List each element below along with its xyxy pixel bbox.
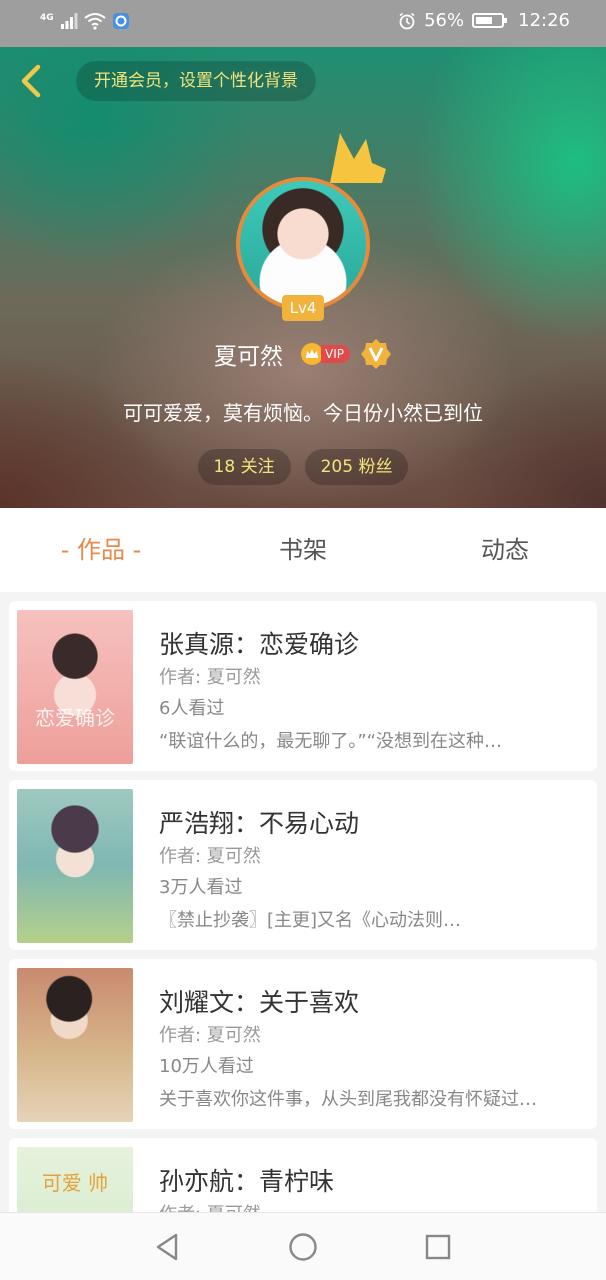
avatar-image <box>240 181 366 307</box>
work-description: 关于喜欢你这件事，从头到尾我都没有怀疑过… <box>159 1089 537 1110</box>
work-title: 刘耀文：关于喜欢 <box>159 988 360 1017</box>
book-cover <box>17 968 133 1122</box>
work-views: 3万人看过 <box>159 877 243 898</box>
work-author: 作者: 夏可然 <box>159 1200 261 1212</box>
work-views: 10万人看过 <box>159 1056 254 1077</box>
alarm-icon <box>399 12 415 29</box>
following-count[interactable]: 18 关注 <box>197 449 291 485</box>
vip-background-banner[interactable]: 开通会员，设置个性化背景 <box>76 61 316 101</box>
status-right: 56% 12:26 <box>398 10 570 31</box>
profile-bio: 可可爱爱，莫有烦恼。今日份小然已到位 <box>123 401 483 425</box>
work-author: 作者: 夏可然 <box>159 667 261 688</box>
nav-home-button[interactable] <box>287 1231 319 1263</box>
profile-header: 开通会员，设置个性化背景 Lv4 夏可然 VIP 可可爱爱，莫有烦恼。今日份小然… <box>0 47 606 508</box>
cover-title: 恋爱确诊 <box>35 706 115 730</box>
username-row: 夏可然 VIP <box>0 337 606 371</box>
work-title: 孙亦航：青柠味 <box>159 1167 335 1196</box>
nav-recents-button[interactable] <box>422 1231 454 1263</box>
work-description: “联谊什么的，最无聊了。”“没想到在这种… <box>159 731 502 752</box>
list-item[interactable]: 可爱 帅 孙亦航：青柠味 作者: 夏可然 <box>9 1138 597 1212</box>
nav-back-button[interactable] <box>152 1231 184 1263</box>
work-author: 作者: 夏可然 <box>159 846 261 867</box>
tab-activity[interactable]: 动态 <box>404 508 606 592</box>
clock: 12:26 <box>518 10 570 31</box>
book-cover: 恋爱确诊 <box>17 610 133 764</box>
works-list: 恋爱确诊 张真源：恋爱确诊 作者: 夏可然 6人看过 “联谊什么的，最无聊了。”… <box>0 592 606 1212</box>
app-notification-icon <box>112 13 129 29</box>
work-views: 6人看过 <box>159 698 225 719</box>
tab-works[interactable]: - 作品 - <box>0 508 202 592</box>
list-item[interactable]: 严浩翔：不易心动 作者: 夏可然 3万人看过 〖禁止抄袭〗[主更]又名《心动法则… <box>9 780 597 950</box>
back-button[interactable] <box>14 61 50 101</box>
recents-square-icon <box>425 1234 451 1260</box>
book-cover: 可爱 帅 <box>17 1147 133 1212</box>
battery-icon <box>472 13 508 28</box>
tab-bookshelf[interactable]: 书架 <box>202 508 404 592</box>
book-cover <box>17 789 133 943</box>
network-type: 4G <box>40 12 54 23</box>
back-triangle-icon <box>156 1233 178 1261</box>
work-author: 作者: 夏可然 <box>159 1025 261 1046</box>
system-navigation-bar <box>0 1212 606 1280</box>
cover-title: 可爱 帅 <box>41 1171 109 1195</box>
vip-crown-icon <box>301 343 323 365</box>
stats-row: 18 关注 205 粉丝 <box>0 449 606 485</box>
home-circle-icon <box>289 1233 317 1261</box>
verified-v-icon <box>360 339 391 369</box>
work-title: 张真源：恋爱确诊 <box>159 630 360 659</box>
followers-count[interactable]: 205 粉丝 <box>304 449 409 485</box>
chevron-left-icon <box>21 64 41 98</box>
battery-percent: 56% <box>424 10 465 31</box>
profile-tabs: - 作品 - 书架 动态 <box>0 508 606 592</box>
vip-label: VIP <box>321 345 350 363</box>
avatar[interactable] <box>236 177 370 311</box>
status-bar: 4G 56% 12:26 <box>0 0 606 47</box>
level-badge: Lv4 <box>282 295 324 321</box>
wifi-icon <box>84 13 106 30</box>
list-item[interactable]: 刘耀文：关于喜欢 作者: 夏可然 10万人看过 关于喜欢你这件事，从头到尾我都没… <box>9 959 597 1129</box>
signal-icon <box>60 13 78 29</box>
work-description: 〖禁止抄袭〗[主更]又名《心动法则… <box>159 910 462 931</box>
username: 夏可然 <box>214 344 283 370</box>
list-item[interactable]: 恋爱确诊 张真源：恋爱确诊 作者: 夏可然 6人看过 “联谊什么的，最无聊了。”… <box>9 601 597 771</box>
status-left: 4G <box>40 12 130 30</box>
vip-badge: VIP <box>301 343 350 365</box>
work-title: 严浩翔：不易心动 <box>159 809 360 838</box>
